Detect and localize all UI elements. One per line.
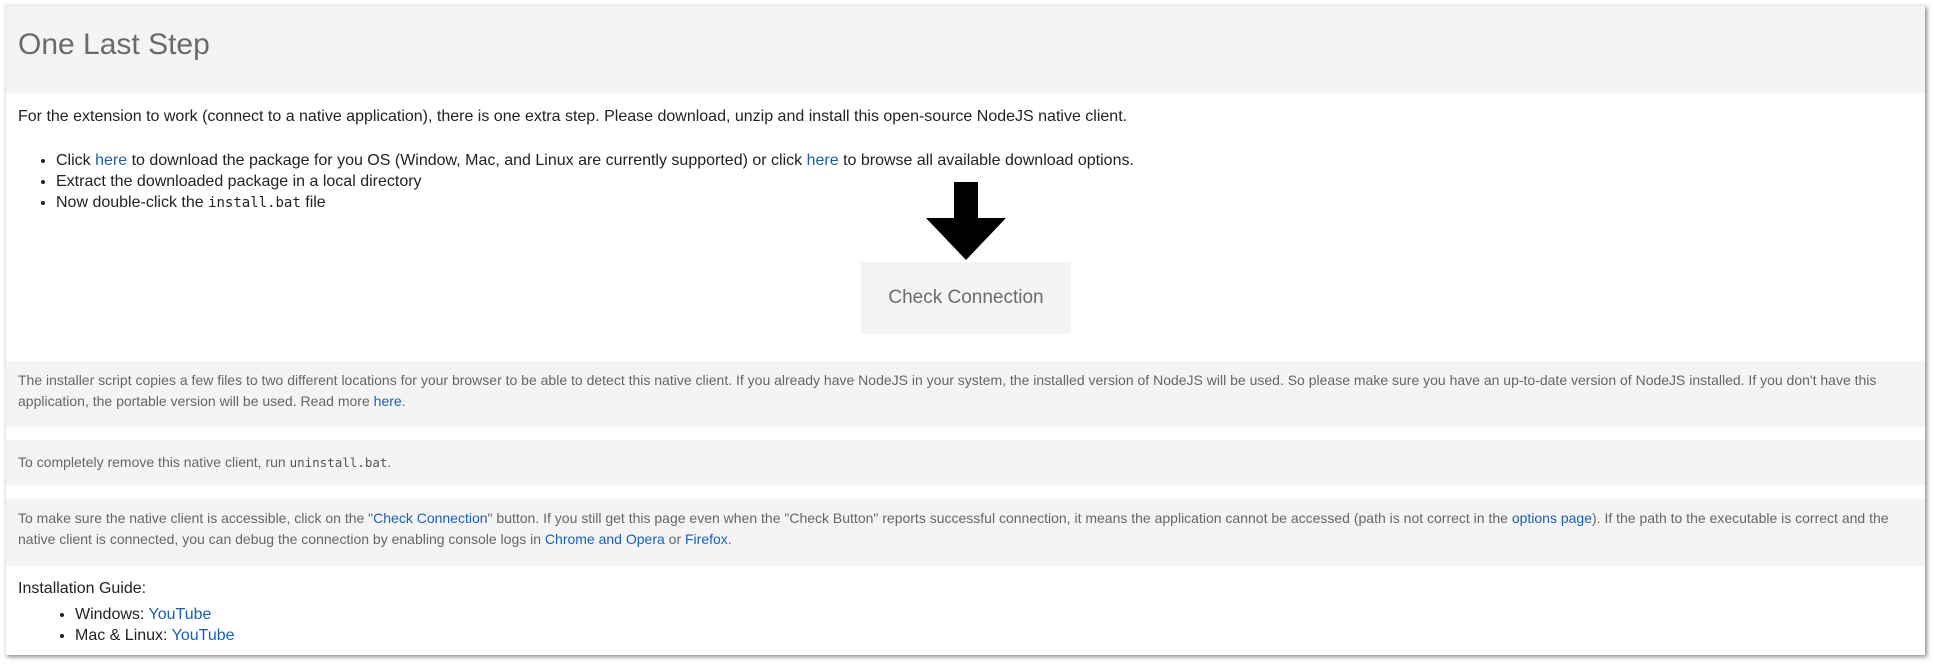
installation-guide-label: Installation Guide: [18, 580, 147, 597]
browse-downloads-link[interactable]: here [807, 152, 839, 169]
note-text: To completely remove this native client,… [18, 454, 290, 470]
mac-linux-youtube-link[interactable]: YouTube [172, 627, 235, 644]
options-page-link[interactable]: options page [1512, 510, 1592, 526]
guide-os-label: Windows: [75, 606, 149, 623]
step-download: Click here to download the package for y… [56, 150, 1134, 171]
step-text: Click [56, 152, 96, 169]
note-text: The installer script copies a few files … [18, 372, 1877, 409]
note-text: . [727, 531, 732, 547]
page-header: One Last Step [6, 6, 1925, 93]
check-connection-link[interactable]: Check Connection [373, 510, 487, 526]
guide-item-windows: Windows: YouTube [75, 604, 235, 625]
uninstall-note: To completely remove this native client,… [6, 440, 1925, 485]
installer-note: The installer script copies a few files … [6, 361, 1925, 427]
installation-guide-list: Windows: YouTube Mac & Linux: YouTube [18, 604, 235, 646]
chrome-opera-link[interactable]: Chrome and Opera [545, 531, 665, 547]
step-text: Now double-click the [56, 194, 209, 211]
note-text: . [401, 393, 406, 409]
windows-youtube-link[interactable]: YouTube [149, 606, 212, 623]
page-title: One Last Step [18, 28, 210, 61]
guide-os-label: Mac & Linux: [75, 627, 172, 644]
step-text: file [300, 194, 326, 211]
note-text: To make sure the native client is access… [18, 510, 374, 526]
guide-item-mac-linux: Mac & Linux: YouTube [75, 625, 235, 646]
install-bat-code: install.bat [208, 195, 301, 211]
firefox-link[interactable]: Firefox [685, 531, 728, 547]
uninstall-bat-code: uninstall.bat [289, 455, 388, 470]
intro-text: For the extension to work (connect to a … [18, 108, 1128, 125]
note-text: . [387, 454, 392, 470]
download-here-link[interactable]: here [95, 152, 127, 169]
page-frame: One Last Step For the extension to work … [5, 5, 1925, 655]
down-arrow-icon [926, 182, 1006, 260]
note-text: or [664, 531, 685, 547]
step-text: to download the package for you OS (Wind… [127, 152, 807, 169]
check-connection-button[interactable]: Check Connection [861, 262, 1071, 334]
step-text: to browse all available download options… [838, 152, 1134, 169]
note-text: " button. If you still get this page eve… [487, 510, 1512, 526]
read-more-link[interactable]: here [374, 393, 402, 409]
access-note: To make sure the native client is access… [6, 499, 1925, 566]
